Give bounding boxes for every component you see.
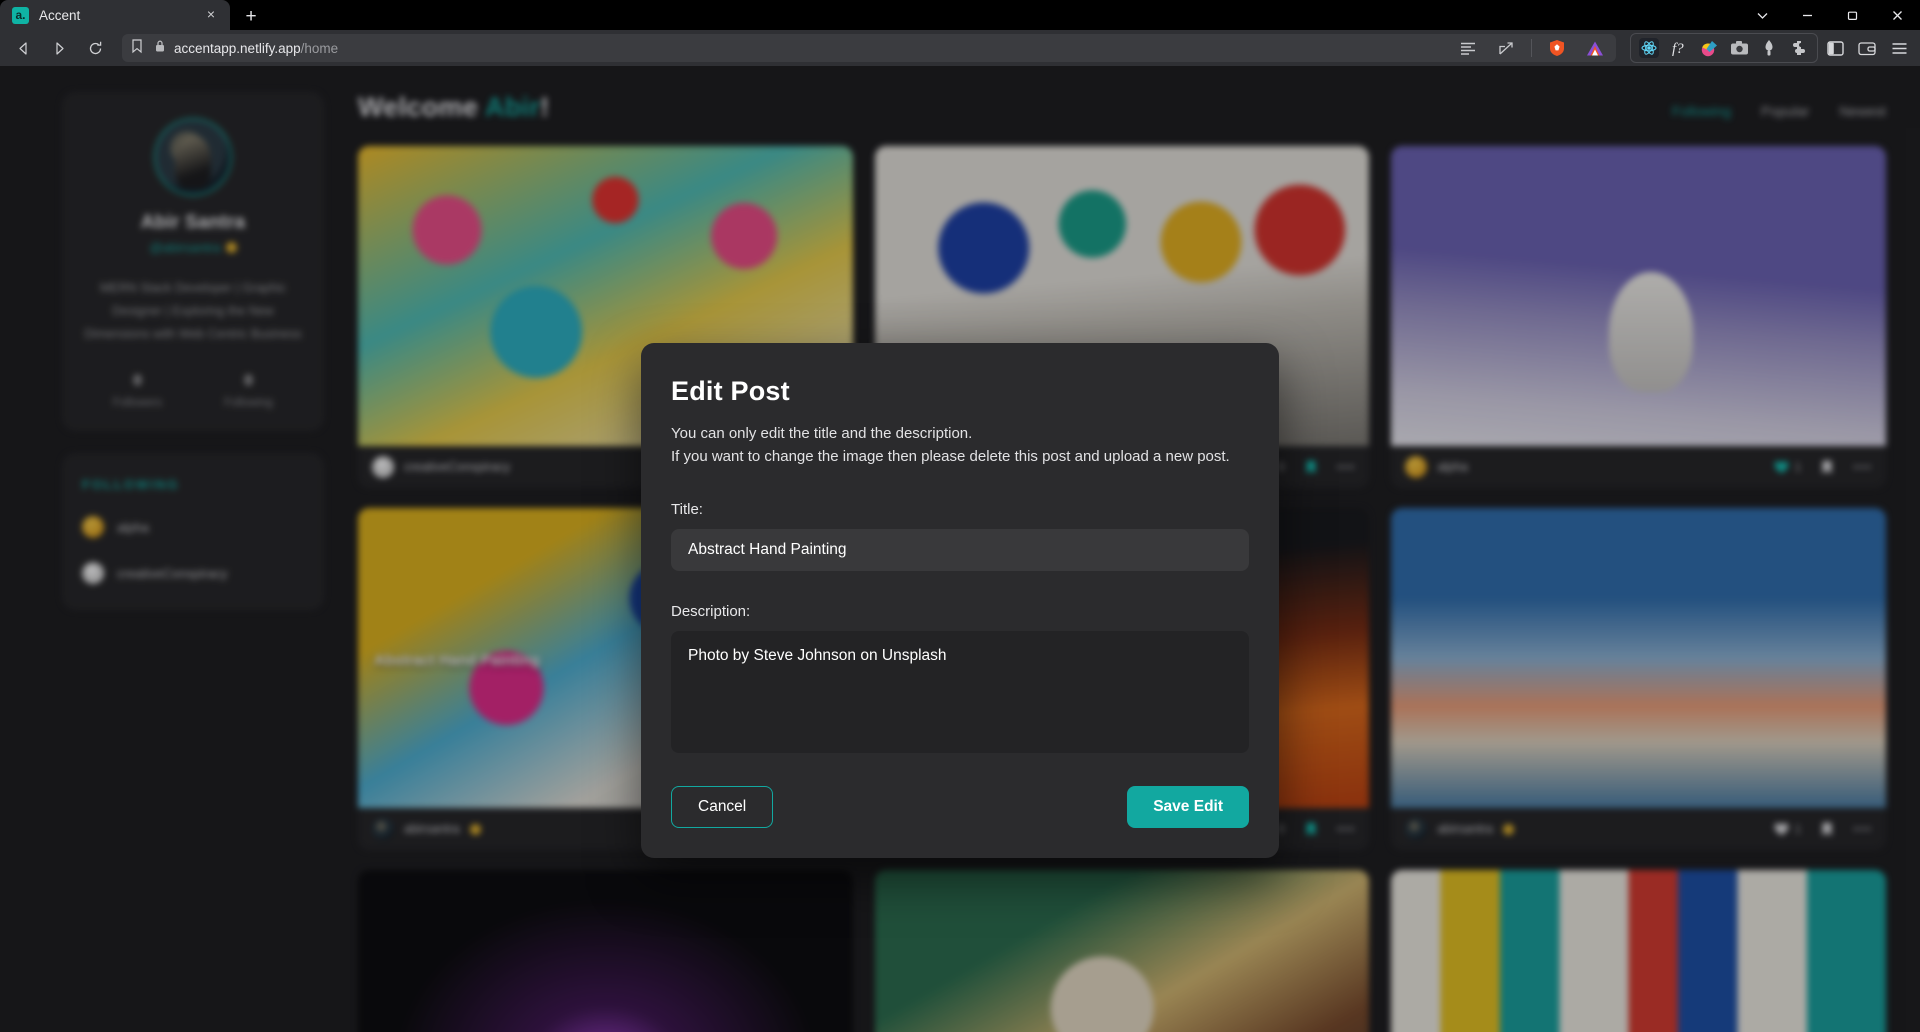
accent-favicon-icon: a. (12, 6, 29, 24)
title-input[interactable] (671, 528, 1249, 571)
eyedropper-icon[interactable] (1756, 36, 1782, 60)
modal-subtitle-line1: You can only edit the title and the desc… (671, 425, 973, 442)
reload-icon[interactable] (78, 34, 112, 62)
screenshot-icon[interactable] (1726, 36, 1752, 60)
browser-navbar: accentapp.netlify.app/home f? (0, 30, 1920, 66)
modal-subtitle-line2: If you want to change the image then ple… (671, 447, 1230, 465)
description-field-label: Description: (671, 602, 751, 620)
browser-window: a. Accent × + accentapp.netlify.app/home… (0, 0, 1920, 1032)
share-icon[interactable] (1493, 36, 1519, 60)
bookmark-icon[interactable] (130, 38, 144, 59)
edit-post-modal: Edit Post You can only edit the title an… (641, 343, 1279, 858)
url-text: accentapp.netlify.app/home (174, 41, 338, 56)
address-bar[interactable]: accentapp.netlify.app/home (122, 34, 1616, 62)
sidebar-panel-icon[interactable] (1820, 35, 1850, 61)
browser-titlebar: a. Accent × + (0, 0, 1920, 30)
react-devtools-icon[interactable] (1636, 36, 1662, 60)
font-inspector-icon[interactable]: f? (1666, 36, 1692, 60)
browser-menu-icon[interactable] (1884, 35, 1914, 61)
url-domain: accentapp.netlify.app (174, 40, 301, 56)
window-controls (1740, 0, 1920, 30)
modal-title: Edit Post (671, 376, 790, 406)
extension-toolbar: f? (1630, 33, 1818, 63)
url-path: /home (300, 40, 339, 56)
title-field-label: Title: (671, 500, 703, 518)
page-viewport: Abir Santra @abirsantra MERN Stack Devel… (0, 66, 1920, 1032)
cancel-button[interactable]: Cancel (671, 785, 774, 828)
brave-shield-icon[interactable] (1544, 36, 1570, 60)
tab-close-icon[interactable]: × (202, 6, 220, 24)
close-icon[interactable] (1875, 0, 1920, 30)
maximize-icon[interactable] (1830, 0, 1875, 30)
lock-icon (154, 39, 166, 58)
forward-icon[interactable] (42, 34, 76, 62)
svg-text:f?: f? (1672, 41, 1684, 57)
new-tab-button[interactable]: + (236, 4, 266, 30)
modal-subtitle: You can only edit the title and the desc… (671, 423, 1249, 469)
color-picker-icon[interactable] (1696, 36, 1722, 60)
back-icon[interactable] (6, 34, 40, 62)
minimize-icon[interactable] (1785, 0, 1830, 30)
extensions-puzzle-icon[interactable] (1786, 36, 1812, 60)
brave-rewards-icon[interactable] (1582, 36, 1608, 60)
tab-search-icon[interactable] (1740, 0, 1785, 30)
reader-mode-icon[interactable] (1455, 36, 1481, 60)
browser-tab[interactable]: a. Accent × (0, 0, 230, 30)
toolbar-divider (1531, 39, 1532, 57)
description-input[interactable]: Photo by Steve Johnson on Unsplash (671, 630, 1249, 753)
address-bar-actions (1455, 36, 1608, 60)
modal-actions: Cancel Save Edit (671, 785, 1249, 828)
tab-title: Accent (39, 7, 81, 23)
wallet-icon[interactable] (1852, 35, 1882, 61)
save-edit-button[interactable]: Save Edit (1127, 785, 1249, 828)
